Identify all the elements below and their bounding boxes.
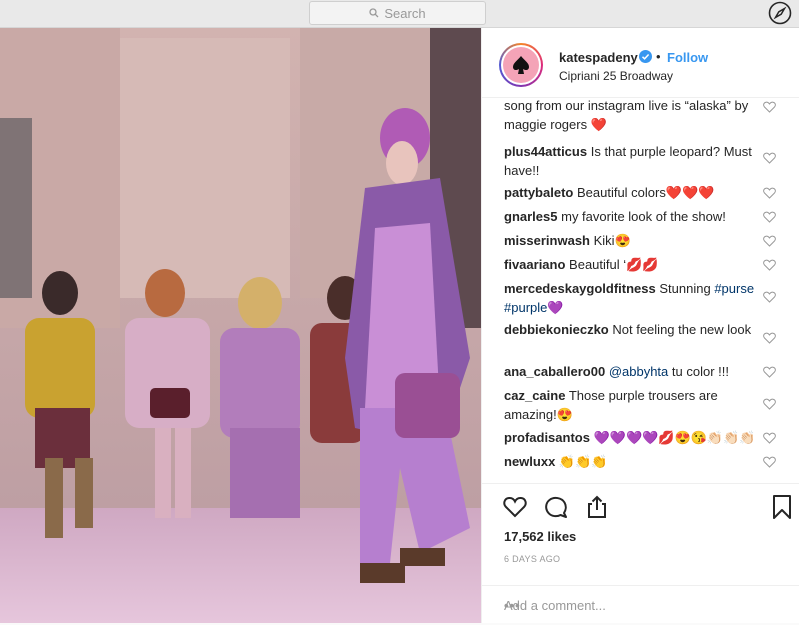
comment-text: Beautiful colors❤️❤️❤️ xyxy=(576,185,715,200)
comment-item: plus44atticus Is that purple leopard? Mu… xyxy=(504,142,774,180)
more-options-button[interactable]: ••• xyxy=(504,598,521,613)
comment-like-heart-icon[interactable] xyxy=(763,291,776,303)
add-comment-field[interactable]: Add a comment... ••• xyxy=(482,585,799,625)
comment-username[interactable]: misserinwash xyxy=(504,233,590,248)
comment-username[interactable]: mercedeskaygoldfitness xyxy=(504,281,656,296)
search-icon xyxy=(369,8,379,18)
comment-item: profadisantos 💜💜💜💜💋😍😘👏🏻👏🏻👏🏻 xyxy=(504,428,774,447)
like-heart-icon[interactable] xyxy=(502,494,528,520)
likes-count[interactable]: 17,562 likes xyxy=(504,529,576,544)
comment-item: song from our instagram live is “alaska”… xyxy=(504,98,774,134)
comment-text: 💜💜💜💜💋😍😘👏🏻👏🏻👏🏻 xyxy=(593,430,756,445)
username-link[interactable]: katespadeny xyxy=(559,50,638,65)
post-timestamp: 6 DAYS AGO xyxy=(504,554,561,564)
separator-dot: • xyxy=(656,49,661,64)
avatar[interactable] xyxy=(499,43,543,87)
comment-text: Kiki😍 xyxy=(593,233,631,248)
comment-item: gnarles5 my favorite look of the show! xyxy=(504,207,774,226)
comment-text: 👏👏👏 xyxy=(558,454,608,469)
comment-item: misserinwash Kiki😍 xyxy=(504,231,774,250)
comment-item: debbiekonieczko Not feeling the new look xyxy=(504,320,774,339)
comment-like-heart-icon[interactable] xyxy=(763,432,776,444)
comment-text: song from our instagram live is “alaska”… xyxy=(504,98,749,132)
comment-like-heart-icon[interactable] xyxy=(763,152,776,164)
comment-like-heart-icon[interactable] xyxy=(763,259,776,271)
post-photo[interactable] xyxy=(0,28,481,623)
spade-logo-icon xyxy=(503,47,539,83)
comment-text: my favorite look of the show! xyxy=(561,209,726,224)
comment-text: Stunning xyxy=(659,281,711,296)
comment-username[interactable]: gnarles5 xyxy=(504,209,557,224)
search-input[interactable]: Search xyxy=(309,1,486,25)
post-side-panel: katespadeny • Follow Cipriani 25 Broadwa… xyxy=(481,28,799,623)
comment-item: pattybaleto Beautiful colors❤️❤️❤️ xyxy=(504,183,774,202)
comment-item: mercedeskaygoldfitness Stunning #purse #… xyxy=(504,279,774,317)
comment-item: fivaariano Beautiful ‘💋💋 xyxy=(504,255,774,274)
comment-username[interactable]: caz_caine xyxy=(504,388,565,403)
comment-username[interactable]: ana_caballero00 xyxy=(504,364,605,379)
comment-item: newluxx 👏👏👏 xyxy=(504,452,774,471)
comment-like-heart-icon[interactable] xyxy=(763,332,776,344)
verified-badge-icon xyxy=(639,50,652,63)
comment-text: Beautiful ‘💋💋 xyxy=(569,257,659,272)
comment-username[interactable]: profadisantos xyxy=(504,430,590,445)
comment-like-heart-icon[interactable] xyxy=(763,235,776,247)
location-link[interactable]: Cipriani 25 Broadway xyxy=(559,69,673,83)
search-placeholder: Search xyxy=(384,5,426,21)
runway-photo-illustration xyxy=(0,28,481,623)
comment-username[interactable]: newluxx xyxy=(504,454,555,469)
post-actions: 17,562 likes 6 DAYS AGO Add a comment...… xyxy=(482,483,799,624)
bookmark-icon[interactable] xyxy=(769,494,795,520)
comment-like-heart-icon[interactable] xyxy=(763,366,776,378)
comment-text: Not feeling the new look xyxy=(612,322,752,337)
compass-icon[interactable] xyxy=(768,1,792,25)
comment-username[interactable]: pattybaleto xyxy=(504,185,573,200)
comment-like-heart-icon[interactable] xyxy=(763,456,776,468)
comment-text: tu color !!! xyxy=(671,364,729,379)
share-icon[interactable] xyxy=(584,494,610,520)
post-header: katespadeny • Follow Cipriani 25 Broadwa… xyxy=(482,28,799,98)
comment-username[interactable]: plus44atticus xyxy=(504,144,587,159)
comments-list[interactable]: song from our instagram live is “alaska”… xyxy=(482,98,799,483)
comment-item: caz_caine Those purple trousers are amaz… xyxy=(504,386,774,424)
comment-like-heart-icon[interactable] xyxy=(763,187,776,199)
top-navbar: Search xyxy=(0,0,799,28)
comment-like-heart-icon[interactable] xyxy=(763,101,776,113)
comment-like-heart-icon[interactable] xyxy=(763,398,776,410)
comment-username[interactable]: debbiekonieczko xyxy=(504,322,609,337)
comment-username[interactable]: fivaariano xyxy=(504,257,565,272)
comment-icon[interactable] xyxy=(543,494,569,520)
comment-mention[interactable]: @abbyhta xyxy=(609,364,668,379)
avatar-frame xyxy=(501,45,541,85)
comment-like-heart-icon[interactable] xyxy=(763,211,776,223)
follow-button[interactable]: Follow xyxy=(667,50,708,65)
comment-item: ana_caballero00 @abbyhta tu color !!! xyxy=(504,362,774,381)
